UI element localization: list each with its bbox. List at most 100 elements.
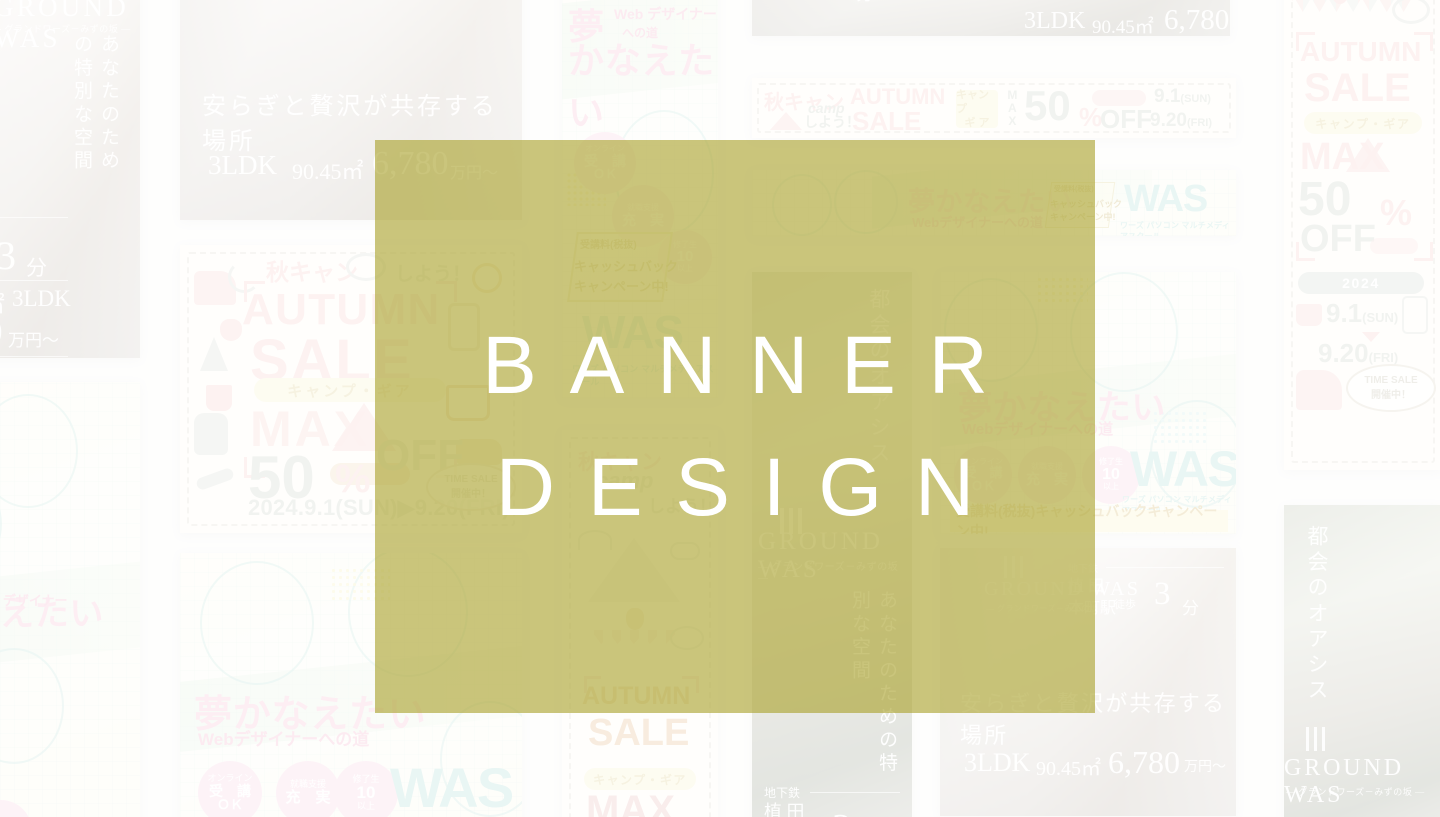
feature-chip-job[interactable]: 就職支援 充 実	[0, 800, 32, 817]
banner-realestate-vertical-1[interactable]: GROUND WAS ― グランドワーズ－みずの坂 ― あなたのための特別な空間…	[0, 0, 140, 358]
bracket-right-bottom	[1414, 242, 1433, 261]
area-value: 90.45㎡	[1092, 17, 1154, 36]
walk-minutes: 3	[832, 806, 851, 817]
divider	[810, 792, 900, 793]
school-subline-1: Web デザイナー	[0, 593, 68, 608]
sale-max: MAX	[586, 788, 675, 817]
layout-value: 3LDK	[1024, 8, 1086, 34]
price-unit: 万円～	[1184, 760, 1226, 775]
mug-icon	[1296, 304, 1322, 326]
chip-mid: 10	[1102, 465, 1120, 483]
gear-chip-line-2: ギ ア	[964, 117, 990, 130]
gear-chip-label: キャンプ・ギア	[1315, 116, 1411, 131]
face-outline-icon	[0, 648, 64, 764]
face-outline-icon	[0, 394, 78, 508]
sale-title-2: SALE	[1304, 66, 1411, 110]
price-value: 6,780	[1164, 4, 1230, 36]
chip-bot: ＯＫ	[216, 797, 243, 813]
divider	[1106, 567, 1224, 568]
sale-max-label: MAX	[1005, 88, 1020, 127]
area-value: 90.45㎡	[1036, 758, 1101, 780]
date-to-value: 9.20	[1318, 338, 1369, 368]
date-to-dow: (FRI)	[1186, 117, 1213, 129]
sale-date-from: 9.1(SUN)	[1154, 86, 1211, 108]
chip-mid: 10	[356, 783, 376, 803]
banner-autumn-sale-vertical-2[interactable]: AUTUMN SALE キャンプ・ギア MAX 50 % OFF 2024 9.…	[1284, 0, 1440, 470]
divider	[0, 356, 68, 357]
tree-icon	[200, 337, 228, 371]
date-from-dow: (SUN)	[1362, 310, 1399, 325]
sale-percent: 50	[1024, 82, 1071, 129]
school-subline: Webデザイナーへの道	[198, 730, 370, 749]
log-icon	[1370, 238, 1418, 254]
walk-minutes: 3	[0, 233, 16, 278]
price-value: 6,780	[0, 314, 3, 352]
chip-bot: 以上	[356, 800, 375, 811]
banner-school-vertical-1[interactable]: 夢かなえたい Web デザイナー への道 オンライン 受 講 ＯＫ 就職支援 充…	[0, 382, 140, 817]
bucket-icon	[206, 385, 232, 411]
gear-chip: キャンプ・ギア	[1304, 112, 1422, 134]
bracket-left-bottom	[1296, 242, 1315, 261]
chip-mid: 受 講	[209, 782, 251, 799]
gear-chip-line-1: キャンプ	[956, 88, 989, 115]
banner-brand-sub: ― グランドワーズ－みずの坂 ―	[1286, 787, 1425, 797]
date-to-dow: (FRI)	[1368, 350, 1399, 365]
bubble-line-2: 開催中！	[1371, 390, 1411, 401]
year-value: 2024	[1342, 275, 1380, 291]
sale-date-to: 9.20(FRI)	[1150, 110, 1212, 132]
banner-realestate-strip-1[interactable]: 地下鉄 植 田 本町駅 徒歩 3 分 GROUND WAS 3LDK 90.45…	[752, 0, 1230, 36]
date-from-value: 9.1	[1326, 298, 1363, 328]
lantern-icon	[1402, 296, 1428, 334]
divider	[0, 280, 68, 281]
gear-chip: キャンプ・ギア	[584, 768, 696, 790]
banner-realestate-vertical-3[interactable]: 都会のオアシス GROUND WAS ― グランドワーズ－みずの坂 ―	[1284, 505, 1440, 817]
backpack-icon	[194, 413, 228, 455]
face-outline-icon	[200, 561, 314, 685]
sale-max: MAX	[1005, 88, 1020, 127]
time-sale-bubble: TIME SALE 開催中！	[1346, 364, 1436, 412]
area-value: 90.45㎡	[292, 159, 364, 184]
tent-icon	[1346, 138, 1390, 172]
year-pill: 2024	[1298, 272, 1424, 294]
feature-chip-graduates[interactable]: 修了生 10 以上	[334, 761, 398, 817]
school-logo-sub: ワーズ パソコン マルチメディアスクール	[1120, 221, 1230, 236]
chip-bot: 以上	[1103, 482, 1119, 492]
layout-value: 3LDK	[964, 748, 1031, 777]
chip-mid: 充 実	[285, 788, 331, 806]
banner-grid-stage: GROUND WAS ― グランドワーズ－みずの坂 ― あなたのための特別な空間…	[0, 0, 1440, 817]
walk-unit: 分	[1182, 599, 1199, 618]
bubble-line-1: TIME SALE	[1364, 375, 1418, 386]
chair-icon	[1296, 370, 1342, 410]
price-value: 6,780	[1108, 744, 1180, 780]
banner-autumn-sale-strip[interactable]: 秋キャン camp しよう！ AUTUMN SALE キャンプ ギ ア MAX …	[752, 78, 1236, 138]
gear-chip: キャンプ ギ ア	[956, 88, 998, 130]
layout-value: 3LDK	[12, 286, 71, 311]
sale-percent-symbol: %	[1079, 102, 1103, 132]
tent-icon	[770, 112, 802, 130]
banner-catch-vertical: あなたのための特別な空間	[71, 34, 119, 174]
date-from-dow: (SUN)	[1180, 93, 1211, 105]
sale-title-2: SALE	[852, 106, 922, 136]
sale-date-from: 9.1(SUN)	[1326, 298, 1398, 329]
layout-value: 3LDK	[208, 150, 277, 180]
feature-chip-online[interactable]: オンライン 受 講 ＯＫ	[198, 761, 262, 817]
date-from-value: 9.1	[1154, 86, 1181, 107]
sale-percent-symbol: %	[1380, 192, 1413, 233]
banner-catch-oasis: 都会のオアシス	[1305, 525, 1329, 705]
walk-unit: 分	[26, 256, 47, 280]
hero-overlay-rect	[375, 140, 1095, 713]
walk-unit: 分	[856, 0, 874, 6]
date-to-value: 9.20	[1150, 110, 1187, 131]
sale-off: OFF	[1100, 104, 1152, 134]
sale-title-1: AUTUMN	[1300, 36, 1422, 67]
school-logo: WAS	[1124, 178, 1208, 220]
sale-kicker-jp: 秋キャン	[266, 259, 358, 285]
school-logo: WAS	[1130, 441, 1236, 497]
log-icon	[1092, 90, 1146, 106]
walk-minutes: 3	[1154, 576, 1171, 612]
banner-brand: GROUND WAS	[1284, 755, 1404, 808]
school-subline-1: Web デザイナー	[614, 6, 717, 22]
station-name: 植 田	[764, 802, 805, 817]
sale-title-2: SALE	[588, 712, 690, 754]
feature-chip-job[interactable]: 就職支援 充 実	[276, 761, 340, 817]
